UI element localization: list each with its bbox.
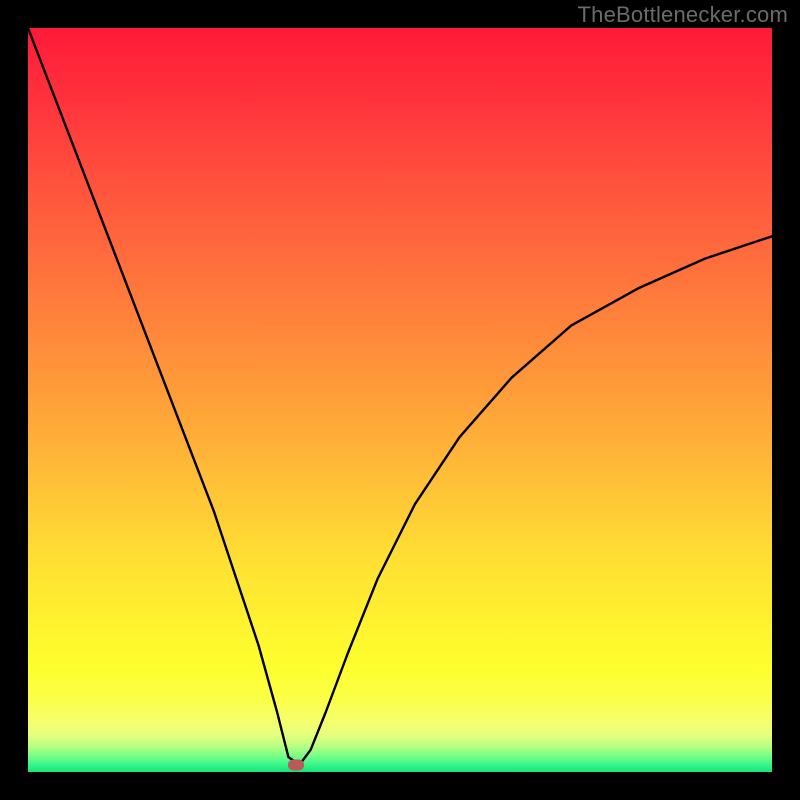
- watermark-text: TheBottlenecker.com: [578, 2, 788, 28]
- optimal-point-marker: [288, 759, 304, 770]
- chart-frame: TheBottlenecker.com: [0, 0, 800, 800]
- plot-area: [28, 28, 772, 772]
- bottleneck-curve: [28, 28, 772, 772]
